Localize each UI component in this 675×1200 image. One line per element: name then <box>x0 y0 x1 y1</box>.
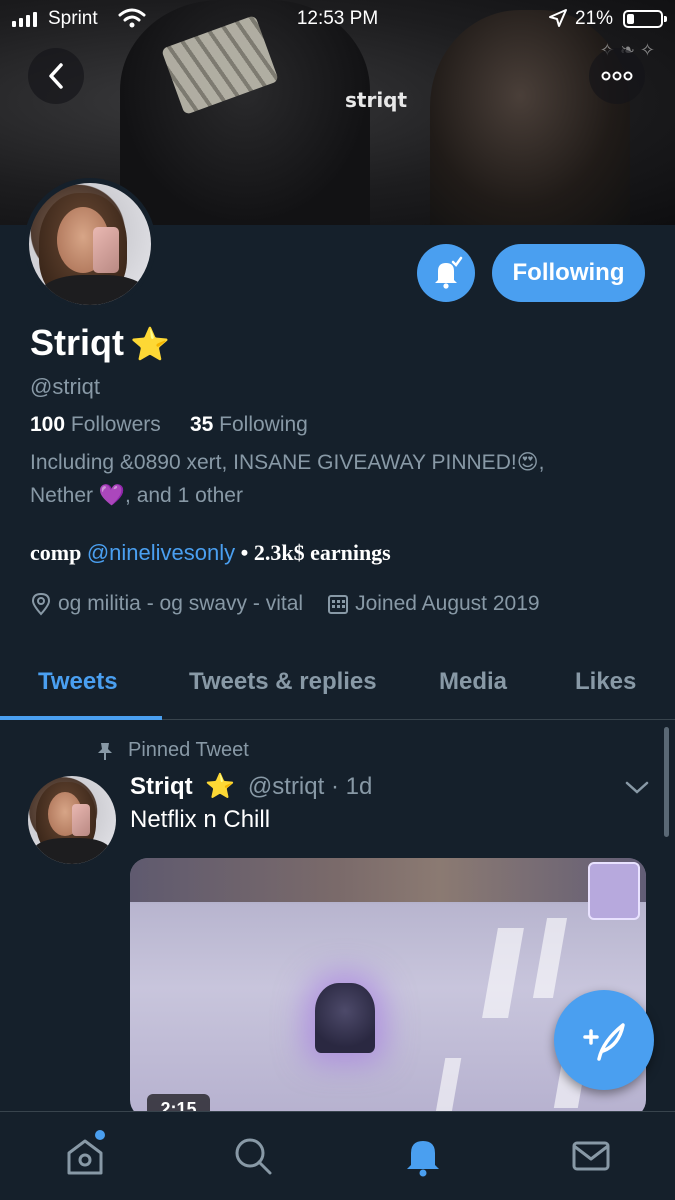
active-tab-indicator <box>0 716 162 720</box>
more-button[interactable] <box>589 48 645 104</box>
pin-icon <box>98 742 112 760</box>
profile-handle: @striqt <box>30 374 101 399</box>
followers-count: 100 <box>30 413 66 436</box>
video-frame-top <box>130 858 646 902</box>
profile-name: Striqt ⭐ <box>30 322 170 364</box>
nav-notifications[interactable] <box>401 1134 445 1178</box>
avatar-body <box>39 275 149 305</box>
video-character <box>315 983 375 1053</box>
follow-stats: 100 Followers 35 Following <box>30 413 308 437</box>
status-time: 12:53 PM <box>296 8 379 29</box>
bottom-tab-bar <box>0 1111 675 1200</box>
mail-icon <box>572 1141 610 1171</box>
mutual-line-2: Nether 💜, and 1 other <box>30 479 650 512</box>
following-link[interactable]: 35 Following <box>190 413 308 436</box>
nav-messages[interactable] <box>569 1134 613 1178</box>
following-button[interactable]: Following <box>492 244 645 302</box>
tab-media[interactable]: Media <box>439 668 507 696</box>
banner-wordmark: striqt <box>345 88 408 112</box>
avatar-body <box>34 838 110 864</box>
location-arrow-icon <box>549 9 567 27</box>
tweet-author-avatar[interactable] <box>28 776 116 864</box>
video-streak <box>434 1058 462 1118</box>
scrollbar[interactable] <box>664 727 669 837</box>
tab-tweets[interactable]: Tweets <box>38 668 118 696</box>
profile-joined: Joined August 2019 <box>355 592 540 615</box>
location-pin-icon <box>31 592 51 616</box>
battery-icon <box>623 10 667 28</box>
tweet-text: Netflix n Chill <box>130 806 271 833</box>
profile-name-text: Striqt <box>30 322 124 363</box>
notifications-bell-icon <box>407 1141 439 1177</box>
video-minimap <box>588 862 640 920</box>
back-button[interactable] <box>28 48 84 104</box>
followers-label: Followers <box>70 413 161 436</box>
avatar-phone <box>93 227 119 273</box>
chevron-left-icon <box>49 63 63 89</box>
following-label: Following <box>219 413 308 436</box>
tweet-author-name[interactable]: Striqt <box>130 773 193 800</box>
purple-heart-emoji: 💜 <box>98 483 126 507</box>
more-dots-icon <box>601 71 633 81</box>
mutual-others: , and 1 other <box>125 484 243 507</box>
tab-tweets-replies[interactable]: Tweets & replies <box>189 668 377 696</box>
following-count: 35 <box>189 413 214 436</box>
mutual-name: Nether <box>30 484 99 507</box>
notifications-toggle-button[interactable] <box>417 244 475 302</box>
star-emoji: ⭐ <box>130 325 170 363</box>
compose-tweet-button[interactable] <box>554 990 654 1090</box>
tweet-handle-time: @striqt · 1d <box>247 773 373 800</box>
pinned-tweet-label: Pinned Tweet <box>96 739 249 762</box>
nav-search[interactable] <box>231 1134 275 1178</box>
battery-percent: 21% <box>575 8 614 29</box>
tweet-header: Striqt ⭐ @striqt · 1d <box>130 772 372 801</box>
chevron-down-icon[interactable] <box>624 778 650 796</box>
mutual-followers[interactable]: Including &0890 xert, INSANE GIVEAWAY PI… <box>30 446 650 512</box>
followers-link[interactable]: 100 Followers <box>30 413 161 436</box>
avatar-phone <box>72 804 90 836</box>
compose-feather-icon <box>583 1023 625 1061</box>
bio-mention-link[interactable]: @ninelivesonly <box>87 540 235 565</box>
profile-meta: og militia - og swavy - vital Joined Aug… <box>30 592 540 616</box>
pinned-text: Pinned Tweet <box>128 739 249 761</box>
bio-suffix: • 2.3k$ earnings <box>235 540 391 565</box>
nav-home[interactable] <box>63 1134 107 1178</box>
profile-bio: comp @ninelivesonly • 2.3k$ earnings <box>30 540 391 566</box>
bell-check-icon <box>435 256 463 289</box>
profile-avatar[interactable] <box>24 178 156 310</box>
calendar-icon <box>328 595 349 614</box>
search-icon <box>235 1138 272 1175</box>
profile-tabs: Tweets Tweets & replies Media Likes <box>0 650 675 720</box>
bio-prefix: comp <box>30 540 87 565</box>
status-bar: Sprint 12:53 PM 21% <box>0 0 675 38</box>
mutual-line-1: Including &0890 xert, INSANE GIVEAWAY PI… <box>30 451 545 474</box>
home-icon <box>67 1139 103 1175</box>
home-unread-dot <box>95 1130 105 1140</box>
video-streak <box>532 918 568 998</box>
tweet-video[interactable] <box>130 858 646 1118</box>
video-streak <box>482 928 524 1018</box>
profile-location: og militia - og swavy - vital <box>58 592 304 615</box>
star-emoji: ⭐ <box>205 772 236 800</box>
tab-likes[interactable]: Likes <box>575 668 636 696</box>
